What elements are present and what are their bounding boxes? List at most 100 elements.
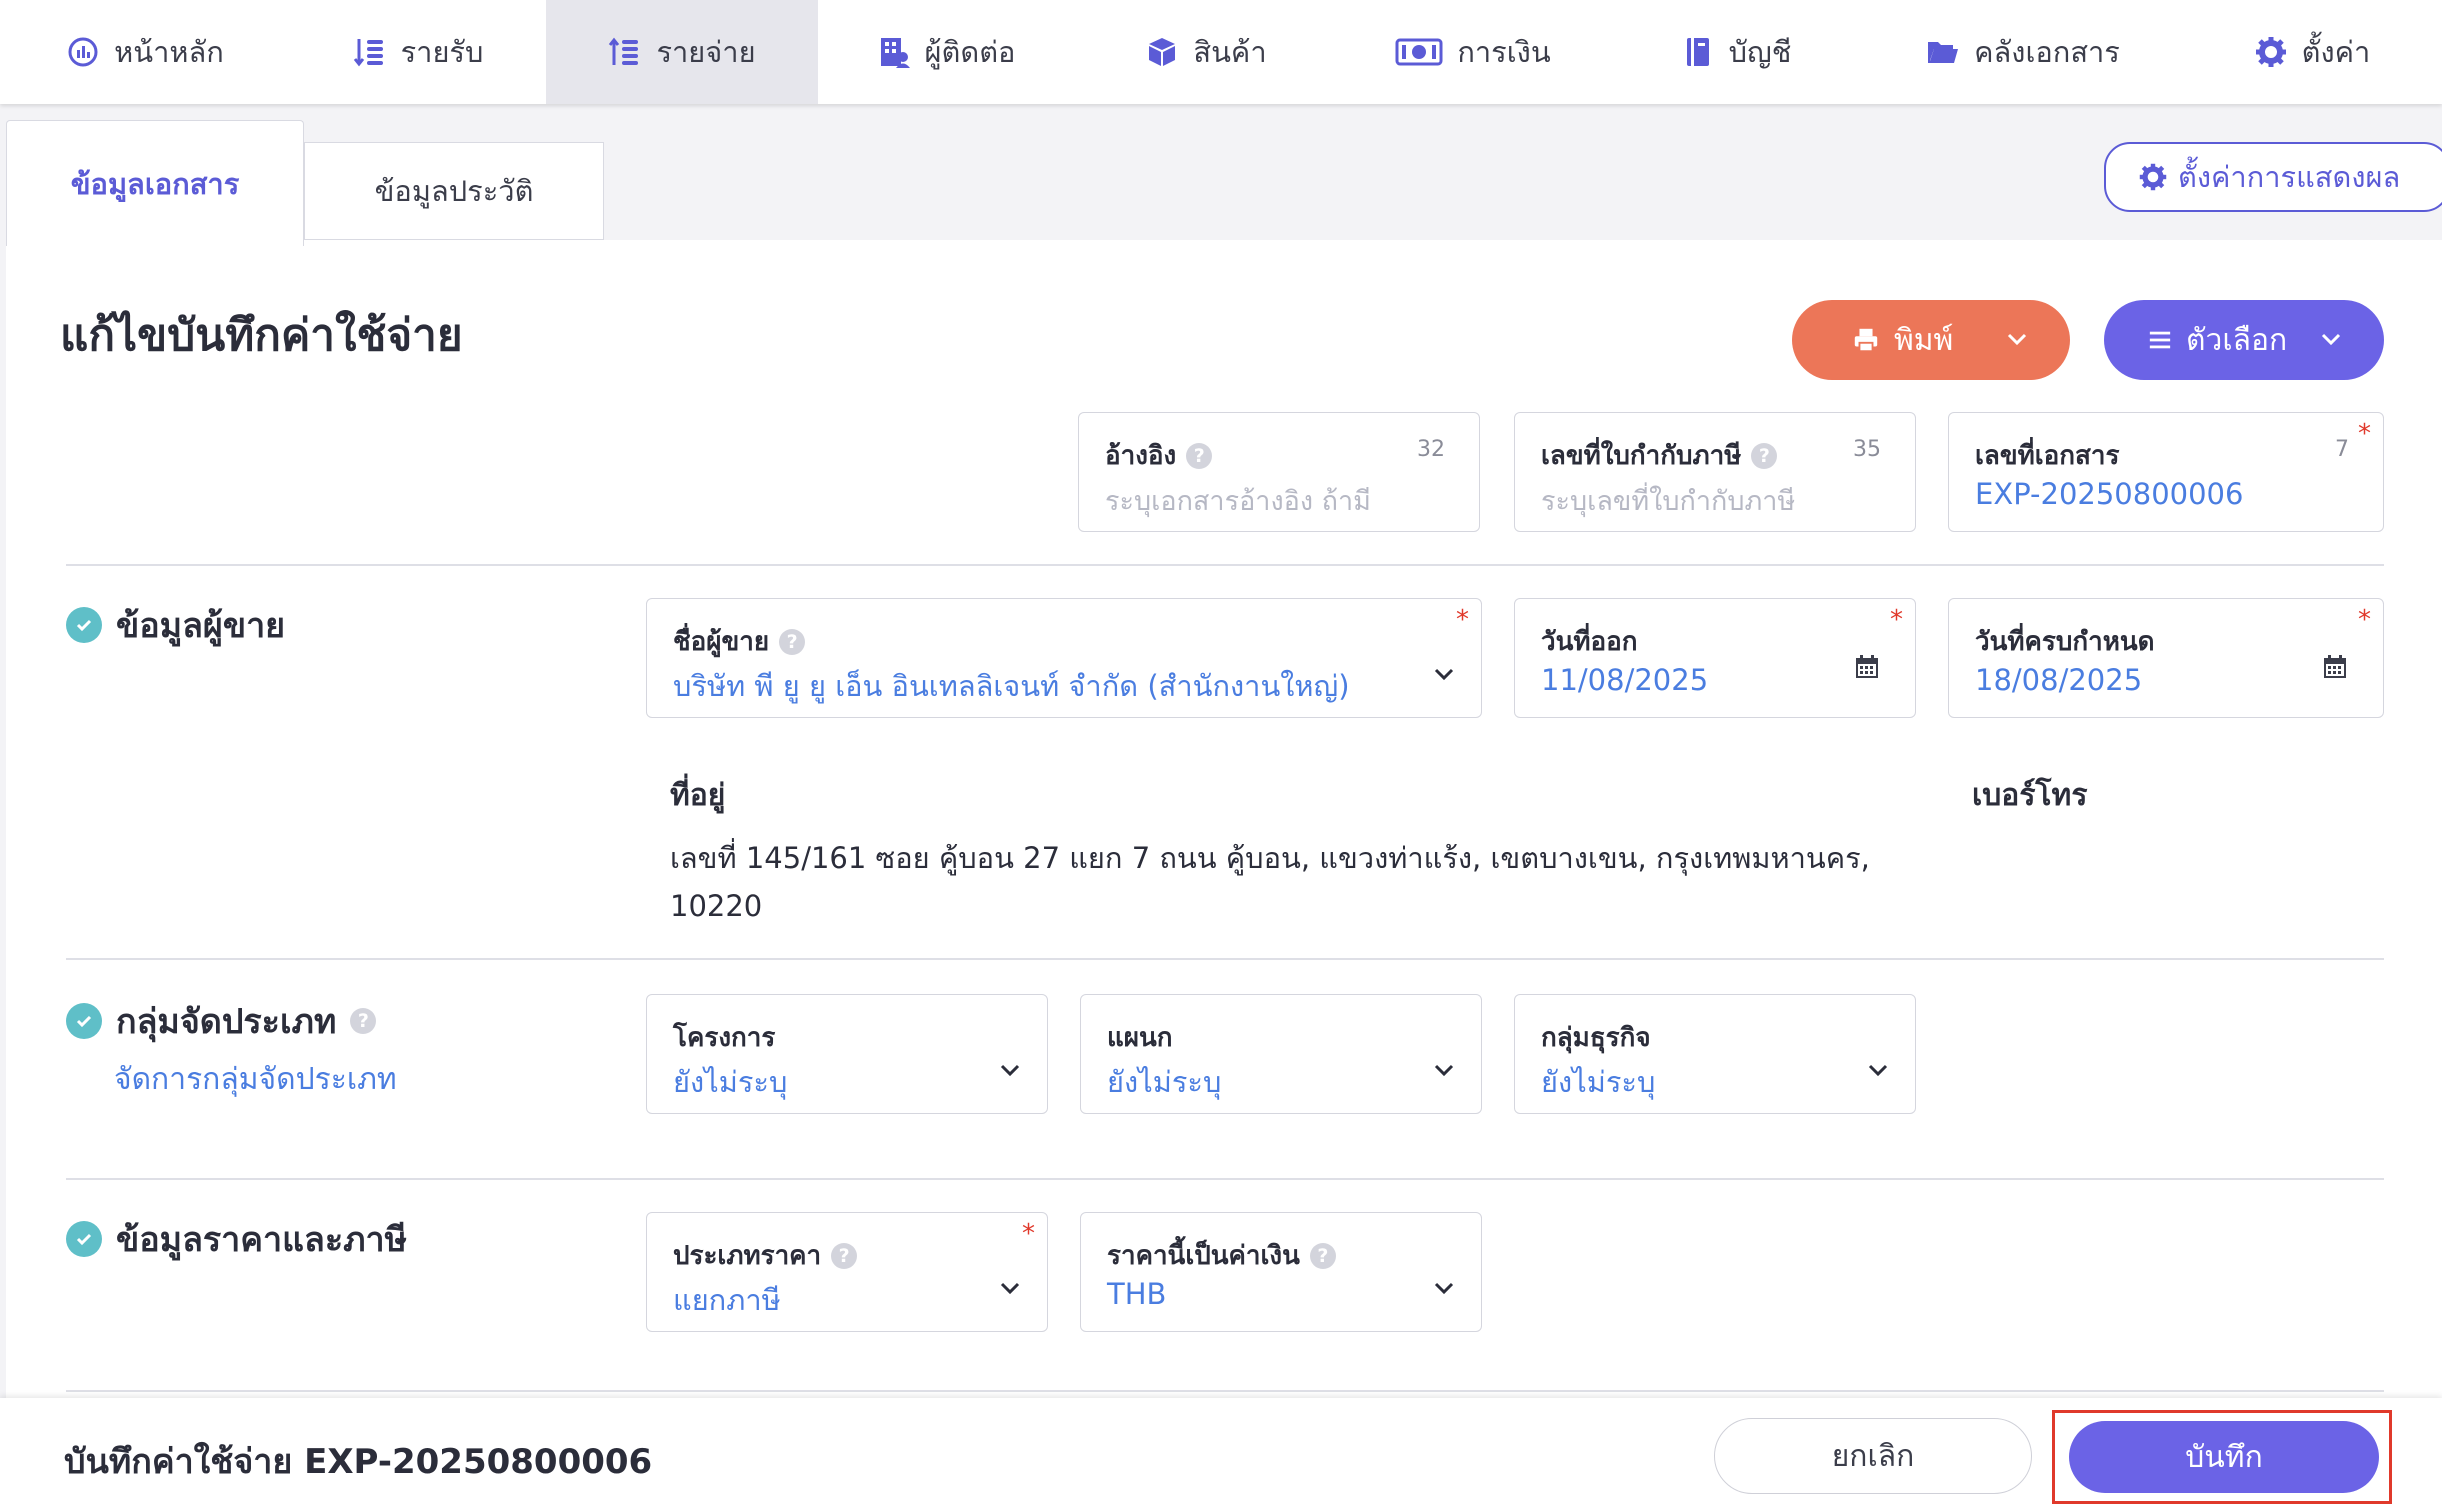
nav-label-contacts: ผู้ติดต่อ — [924, 35, 1016, 69]
currency-value: THB — [1107, 1277, 1167, 1311]
tax-invoice-label-wrap: เลขที่ใบกำกับภาษี ? — [1541, 435, 1778, 476]
nav-item-accounting[interactable]: บัญชี — [1608, 0, 1864, 104]
print-button[interactable]: พิมพ์ — [1792, 300, 2070, 380]
price-type-select[interactable]: ประเภทราคา ? * แยกภาษี — [646, 1212, 1048, 1332]
project-label-wrap: โครงการ — [673, 1017, 775, 1058]
required-marker: * — [2358, 605, 2371, 635]
save-button[interactable]: บันทึก — [2069, 1421, 2379, 1493]
divider — [66, 1178, 2384, 1180]
divider — [66, 958, 2384, 960]
doc-number-char-count: 7 — [2335, 437, 2349, 462]
page-title: แก้ไขบันทึกค่าใช้จ่าย — [60, 310, 463, 361]
classification-section-title: กลุ่มจัดประเภท ? — [66, 994, 377, 1048]
nav-label-income: รายรับ — [400, 35, 484, 69]
currency-label: ราคานี้เป็นค่าเงิน — [1107, 1241, 1300, 1271]
dashboard-icon — [66, 35, 100, 69]
chevron-down-icon — [1434, 1064, 1454, 1077]
save-label: บันทึก — [2185, 1439, 2263, 1475]
required-marker: * — [1890, 605, 1903, 635]
check-icon — [66, 1003, 102, 1039]
chevron-down-icon — [2321, 333, 2341, 346]
business-group-value: ยังไม่ระบุ — [1541, 1065, 1656, 1099]
reference-field[interactable]: อ้างอิง ? 32 ระบุเอกสารอ้างอิง ถ้ามี — [1078, 412, 1480, 532]
doc-number-label: เลขที่เอกสาร — [1975, 441, 2120, 471]
nav-item-finance[interactable]: การเงิน — [1338, 0, 1608, 104]
nav-label-settings: ตั้งค่า — [2301, 35, 2371, 69]
chevron-down-icon — [1868, 1064, 1888, 1077]
tab-document-info-label: ข้อมูลเอกสาร — [70, 166, 240, 201]
tax-invoice-char-count: 35 — [1853, 437, 1881, 462]
cancel-label: ยกเลิก — [1831, 1438, 1915, 1474]
currency-label-wrap: ราคานี้เป็นค่าเงิน ? — [1107, 1235, 1336, 1276]
seller-section-title: ข้อมูลผู้ขาย — [66, 598, 285, 652]
reference-label: อ้างอิง — [1105, 441, 1177, 471]
seller-name-label: ชื่อผู้ขาย — [673, 627, 770, 657]
tab-history-info[interactable]: ข้อมูลประวัติ — [304, 142, 604, 240]
chevron-down-icon — [1434, 668, 1454, 681]
price-type-value: แยกภาษี — [673, 1283, 781, 1317]
price-type-label-wrap: ประเภทราคา ? — [673, 1235, 858, 1276]
tab-document-info[interactable]: ข้อมูลเอกสาร — [6, 120, 304, 246]
issue-date-field[interactable]: วันที่ออก * 11/08/2025 — [1514, 598, 1916, 718]
nav-item-documents[interactable]: คลังเอกสาร — [1864, 0, 2182, 104]
cancel-button[interactable]: ยกเลิก — [1714, 1418, 2032, 1494]
doc-number-field[interactable]: เลขที่เอกสาร 7 * EXP-20250800006 — [1948, 412, 2384, 532]
nav-item-home[interactable]: หน้าหลัก — [0, 0, 290, 104]
phone-label: เบอร์โทร — [1972, 778, 2088, 813]
options-label: ตัวเลือก — [2186, 322, 2288, 358]
nav-item-income[interactable]: รายรับ — [290, 0, 546, 104]
reference-placeholder: ระบุเอกสารอ้างอิง ถ้ามี — [1105, 486, 1371, 517]
top-navigation: หน้าหลัก รายรับ รายจ่าย ผู้ติดต่อ สินค้า… — [0, 0, 2442, 104]
seller-section-label: ข้อมูลผู้ขาย — [116, 606, 286, 646]
reference-label-wrap: อ้างอิง ? — [1105, 435, 1213, 476]
issue-date-label: วันที่ออก — [1541, 627, 1638, 657]
calendar-icon[interactable] — [1853, 653, 1881, 681]
project-label: โครงการ — [673, 1023, 776, 1053]
help-icon[interactable]: ? — [1309, 1242, 1336, 1269]
manage-classification-link[interactable]: จัดการกลุ่มจัดประเภท — [114, 1056, 397, 1103]
price-type-label: ประเภทราคา — [673, 1241, 822, 1271]
help-icon[interactable]: ? — [350, 1008, 377, 1034]
nav-label-home: หน้าหลัก — [114, 35, 224, 69]
help-icon[interactable]: ? — [1751, 442, 1778, 469]
help-icon[interactable]: ? — [779, 628, 806, 655]
nav-item-contacts[interactable]: ผู้ติดต่อ — [818, 0, 1074, 104]
required-marker: * — [1456, 605, 1469, 635]
chevron-down-icon — [1000, 1282, 1020, 1295]
contacts-icon — [877, 35, 911, 69]
tax-invoice-label: เลขที่ใบกำกับภาษี — [1541, 441, 1742, 471]
print-label: พิมพ์ — [1894, 322, 1954, 358]
currency-select[interactable]: ราคานี้เป็นค่าเงิน ? THB — [1080, 1212, 1482, 1332]
box-icon — [1145, 35, 1179, 69]
help-icon[interactable]: ? — [1186, 442, 1213, 469]
address-value: เลขที่ 145/161 ซอย คู้บอน 27 แยก 7 ถนน ค… — [670, 841, 1870, 923]
pricing-section-label: ข้อมูลราคาและภาษี — [116, 1220, 408, 1260]
help-icon[interactable]: ? — [831, 1242, 858, 1269]
options-button[interactable]: ตัวเลือก — [2104, 300, 2384, 380]
display-settings-label: ตั้งค่าการแสดงผล — [2178, 160, 2401, 194]
tab-history-info-label: ข้อมูลประวัติ — [374, 174, 534, 208]
business-group-select[interactable]: กลุ่มธุรกิจ ยังไม่ระบุ — [1514, 994, 1916, 1114]
footer-title: บันทึกค่าใช้จ่าย EXP-20250800006 — [64, 1442, 653, 1482]
nav-label-expense: รายจ่าย — [656, 35, 756, 69]
due-date-field[interactable]: วันที่ครบกำหนด * 18/08/2025 — [1948, 598, 2384, 718]
tax-invoice-placeholder: ระบุเลขที่ใบกำกับภาษี — [1541, 486, 1796, 517]
issue-date-value: 11/08/2025 — [1541, 663, 1709, 697]
tax-invoice-field[interactable]: เลขที่ใบกำกับภาษี ? 35 ระบุเลขที่ใบกำกับ… — [1514, 412, 1916, 532]
nav-item-settings[interactable]: ตั้งค่า — [2182, 0, 2442, 104]
classification-section-label: กลุ่มจัดประเภท — [116, 1002, 337, 1042]
book-icon — [1681, 35, 1715, 69]
calendar-icon[interactable] — [2321, 653, 2349, 681]
display-settings-button[interactable]: ตั้งค่าการแสดงผล — [2104, 142, 2442, 212]
nav-item-products[interactable]: สินค้า — [1074, 0, 1338, 104]
chevron-down-icon — [1434, 1282, 1454, 1295]
due-date-label: วันที่ครบกำหนด — [1975, 627, 2155, 657]
seller-name-select[interactable]: ชื่อผู้ขาย ? * บริษัท พี ยู ยู เอ็น อินเ… — [646, 598, 1482, 718]
nav-item-expense[interactable]: รายจ่าย — [546, 0, 818, 104]
sort-expense-icon — [608, 35, 642, 69]
project-select[interactable]: โครงการ ยังไม่ระบุ — [646, 994, 1048, 1114]
department-select[interactable]: แผนก ยังไม่ระบุ — [1080, 994, 1482, 1114]
business-group-label: กลุ่มธุรกิจ — [1541, 1023, 1651, 1053]
nav-label-products: สินค้า — [1193, 35, 1267, 69]
printer-icon — [1852, 326, 1880, 354]
